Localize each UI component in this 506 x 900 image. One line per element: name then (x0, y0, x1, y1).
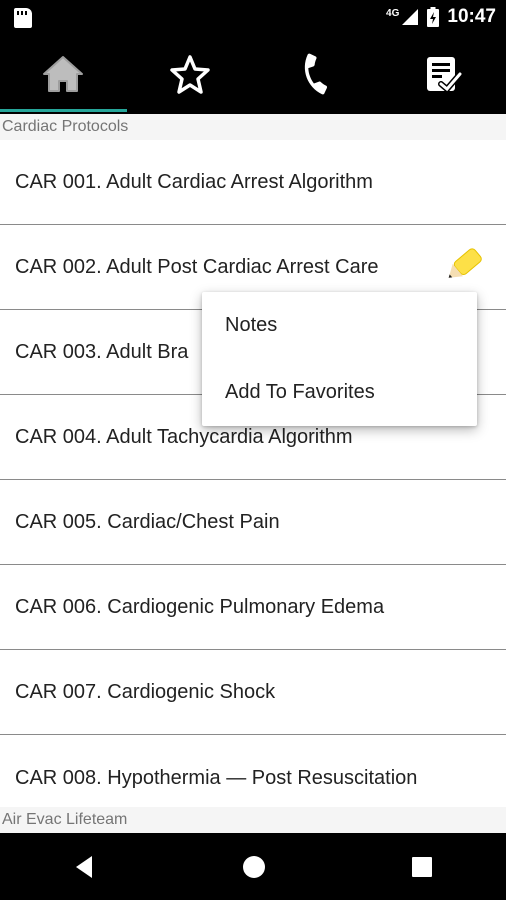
protocol-list: CAR 001. Adult Cardiac Arrest Algorithm … (0, 140, 506, 789)
footer-label: Air Evac Lifeteam (0, 807, 506, 833)
star-icon (170, 55, 210, 94)
recents-icon[interactable] (410, 855, 434, 879)
list-item[interactable]: CAR 001. Adult Cardiac Arrest Algorithm (0, 140, 506, 225)
phone-icon (305, 53, 328, 95)
checklist-icon (426, 57, 463, 94)
list-item-label: CAR 008. Hypothermia — Post Resuscitatio… (15, 766, 418, 789)
status-icons: 4G 10:47 (386, 0, 496, 34)
network-type: 4G (386, 7, 400, 19)
list-item-label: CAR 003. Adult Bra (15, 340, 189, 363)
pencil-icon[interactable] (446, 246, 494, 292)
sd-card-icon (14, 8, 32, 28)
tab-checklist[interactable] (380, 34, 506, 114)
battery-icon (427, 7, 440, 27)
list-item[interactable]: CAR 008. Hypothermia — Post Resuscitatio… (0, 735, 506, 789)
list-item-label: CAR 006. Cardiogenic Pulmonary Edema (15, 595, 385, 618)
list-item-label: CAR 004. Adult Tachycardia Algorithm (15, 425, 353, 448)
status-bar: 4G 10:47 (0, 0, 506, 34)
list-item-label: CAR 001. Adult Cardiac Arrest Algorithm (15, 170, 373, 193)
navigation-bar (0, 833, 506, 900)
section-header: Cardiac Protocols (0, 114, 506, 140)
list-item[interactable]: CAR 006. Cardiogenic Pulmonary Edema (0, 565, 506, 650)
tab-home[interactable] (0, 34, 127, 114)
tab-favorites[interactable] (127, 34, 254, 114)
back-icon[interactable] (72, 854, 98, 880)
tab-contacts[interactable] (253, 34, 380, 114)
home-circle-icon[interactable] (241, 854, 267, 880)
home-icon (43, 56, 84, 92)
signal-icon (402, 9, 419, 25)
list-item[interactable]: CAR 007. Cardiogenic Shock (0, 650, 506, 735)
list-item[interactable]: CAR 005. Cardiac/Chest Pain (0, 480, 506, 565)
menu-item-add-to-favorites[interactable]: Add To Favorites (202, 359, 477, 426)
menu-item-notes[interactable]: Notes (202, 292, 477, 359)
tab-toolbar (0, 34, 506, 114)
list-item-label: CAR 007. Cardiogenic Shock (15, 680, 276, 703)
context-menu: Notes Add To Favorites (202, 292, 477, 426)
list-item-label: CAR 005. Cardiac/Chest Pain (15, 510, 280, 533)
list-item-label: CAR 002. Adult Post Cardiac Arrest Care (15, 255, 379, 278)
clock: 10:47 (447, 6, 496, 27)
